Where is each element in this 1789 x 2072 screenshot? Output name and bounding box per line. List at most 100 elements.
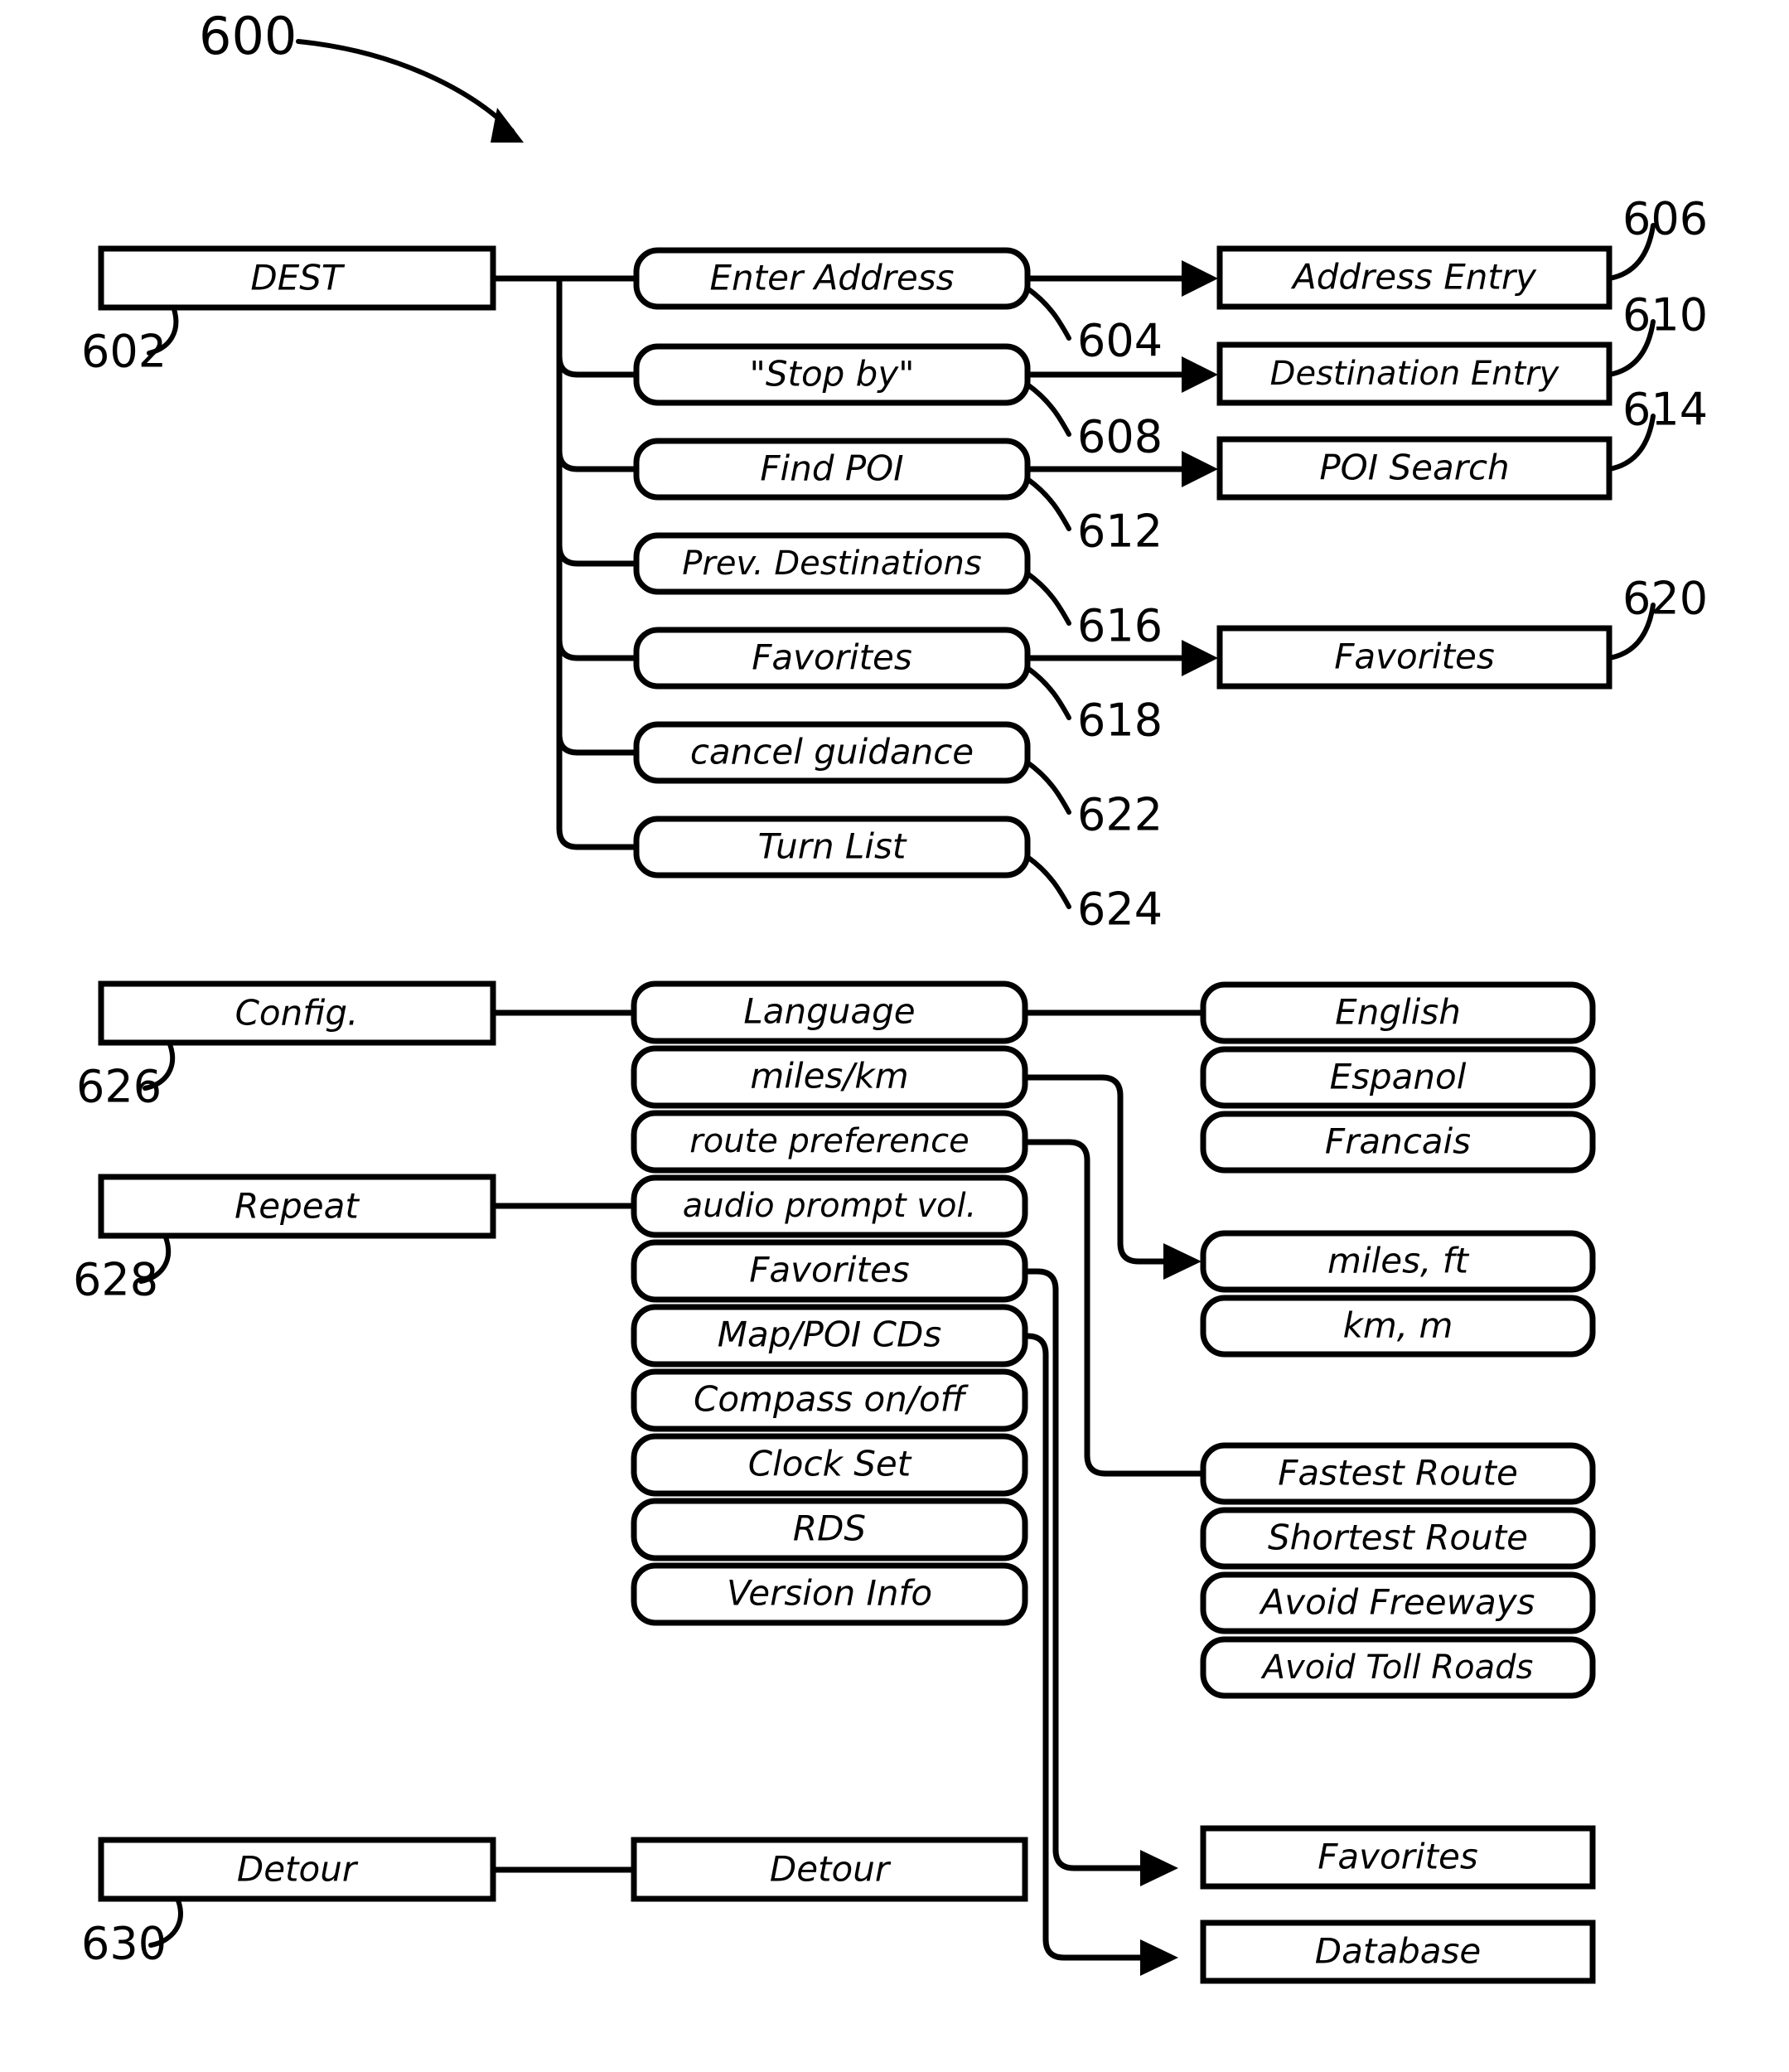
node-favorites-screen-label: Favorites <box>1334 637 1495 677</box>
ref-610-label: 610 <box>1622 289 1708 341</box>
ref-608-label: 608 <box>1077 411 1163 463</box>
node-avoid-freeways[interactable]: Avoid Freeways <box>1200 1571 1596 1634</box>
ref-616-leader <box>1025 571 1071 626</box>
node-prev-destinations-label: Prev. Destinations <box>682 545 981 583</box>
ref-626-label: 626 <box>76 1061 162 1113</box>
node-cancel-guidance[interactable]: cancel guidance <box>633 721 1031 784</box>
node-language-label: Language <box>743 991 915 1032</box>
ref-620-label: 620 <box>1622 573 1708 625</box>
node-poi-search-label: POI Search <box>1319 448 1509 488</box>
branch-wire-stop-by <box>556 356 636 378</box>
node-clock-set[interactable]: Clock Set <box>631 1433 1028 1497</box>
node-rds-label: RDS <box>793 1508 866 1549</box>
ref-616-label: 616 <box>1077 600 1163 652</box>
node-dest-label: DEST <box>250 258 346 298</box>
patent-figure-canvas: 600 DEST 602 Enter Address "Stop by" Fin… <box>0 0 1789 2072</box>
node-english-label: English <box>1335 992 1461 1033</box>
node-poi-search[interactable]: POI Search <box>1216 436 1613 501</box>
ref-622-label: 622 <box>1077 789 1163 841</box>
node-version-info[interactable]: Version Info <box>631 1562 1028 1626</box>
node-prev-destinations[interactable]: Prev. Destinations <box>633 532 1031 595</box>
branch-wire-find-poi <box>556 450 636 472</box>
node-miles-ft-label: miles, ft <box>1327 1241 1469 1281</box>
ref-624-leader <box>1025 854 1071 909</box>
node-bottom-database[interactable]: Database <box>1200 1920 1596 1984</box>
node-compass-on-off[interactable]: Compass on/off <box>631 1368 1028 1432</box>
node-espanol-label: Espanol <box>1330 1057 1467 1097</box>
node-config-favorites-label: Favorites <box>749 1250 910 1290</box>
node-detour-root[interactable]: Detour <box>98 1837 496 1902</box>
ref-618-leader <box>1025 666 1071 720</box>
node-miles-km[interactable]: miles/km <box>631 1045 1028 1109</box>
node-km-m[interactable]: km, m <box>1200 1295 1596 1358</box>
ref-612-leader <box>1025 477 1071 531</box>
ref-630-label: 630 <box>81 1918 167 1970</box>
branch-wire-prev-destinations <box>556 545 636 567</box>
arrowhead-units <box>1163 1243 1202 1280</box>
ref-604-leader <box>1025 286 1071 341</box>
node-language[interactable]: Language <box>631 980 1028 1044</box>
arrowhead-poi-search <box>1182 451 1218 487</box>
node-address-entry[interactable]: Address Entry <box>1216 245 1613 310</box>
node-favorites-menu[interactable]: Favorites <box>633 627 1031 690</box>
node-english[interactable]: English <box>1200 981 1596 1044</box>
node-fastest-route-label: Fastest Route <box>1278 1453 1518 1493</box>
node-avoid-toll-roads[interactable]: Avoid Toll Roads <box>1200 1636 1596 1699</box>
node-detour-menu[interactable]: Detour <box>631 1837 1028 1902</box>
node-address-entry-label: Address Entry <box>1290 257 1537 298</box>
node-francais-label: Francais <box>1325 1121 1471 1162</box>
node-find-poi[interactable]: Find POI <box>633 438 1031 501</box>
route-preference-to-options-wire <box>1025 1139 1203 1477</box>
node-destination-entry-label: Destination Entry <box>1270 355 1560 393</box>
arrowhead-favorites-screen <box>1182 640 1218 676</box>
node-version-info-label: Version Info <box>727 1573 932 1614</box>
node-destination-entry[interactable]: Destination Entry <box>1216 341 1613 406</box>
node-bottom-database-label: Database <box>1315 1931 1481 1972</box>
node-turn-list[interactable]: Turn List <box>633 816 1031 879</box>
node-config[interactable]: Config. <box>98 980 496 1046</box>
node-shortest-route-label: Shortest Route <box>1268 1518 1528 1558</box>
node-avoid-toll-roads-label: Avoid Toll Roads <box>1260 1648 1534 1687</box>
node-enter-address[interactable]: Enter Address <box>633 247 1031 310</box>
node-stop-by[interactable]: "Stop by" <box>633 343 1031 406</box>
node-map-poi-cds[interactable]: Map/POI CDs <box>631 1304 1028 1368</box>
ref-608-leader <box>1025 382 1071 437</box>
branch-wire-favorites <box>556 639 636 661</box>
node-repeat[interactable]: Repeat <box>98 1174 496 1239</box>
miles-km-to-units-wire <box>1025 1074 1168 1265</box>
node-miles-km-label: miles/km <box>750 1056 908 1097</box>
node-dest[interactable]: DEST <box>98 245 496 311</box>
node-shortest-route[interactable]: Shortest Route <box>1200 1507 1596 1570</box>
node-rds[interactable]: RDS <box>631 1498 1028 1561</box>
arrowhead-bottom-favorites <box>1140 1850 1178 1886</box>
arrowhead-destination-entry <box>1182 356 1218 393</box>
node-favorites-screen[interactable]: Favorites <box>1216 625 1613 690</box>
ref-628-label: 628 <box>73 1254 158 1306</box>
node-miles-ft[interactable]: miles, ft <box>1200 1230 1596 1293</box>
node-turn-list-label: Turn List <box>758 826 907 867</box>
node-find-poi-label: Find POI <box>760 448 903 489</box>
ref-624-label: 624 <box>1077 884 1163 936</box>
node-route-preference[interactable]: route preference <box>631 1110 1028 1174</box>
node-enter-address-label: Enter Address <box>709 258 954 298</box>
ref-606-label: 606 <box>1622 193 1708 245</box>
node-espanol[interactable]: Espanol <box>1200 1046 1596 1109</box>
node-config-label: Config. <box>235 993 359 1034</box>
node-detour-root-label: Detour <box>237 1849 359 1890</box>
arrowhead-address-entry <box>1182 260 1218 297</box>
node-francais[interactable]: Francais <box>1200 1111 1596 1174</box>
figure-number-label: 600 <box>199 6 297 66</box>
ref-618-label: 618 <box>1077 695 1163 747</box>
node-bottom-favorites[interactable]: Favorites <box>1200 1825 1596 1890</box>
ref-622-leader <box>1025 760 1071 815</box>
node-fastest-route[interactable]: Fastest Route <box>1200 1442 1596 1505</box>
node-audio-prompt-vol-label: audio prompt vol. <box>683 1187 977 1225</box>
node-audio-prompt-vol[interactable]: audio prompt vol. <box>631 1174 1028 1238</box>
figure-number-leader <box>296 39 515 133</box>
node-config-favorites[interactable]: Favorites <box>631 1239 1028 1303</box>
node-route-preference-label: route preference <box>689 1122 969 1160</box>
node-favorites-menu-label: Favorites <box>752 637 912 678</box>
node-stop-by-label: "Stop by" <box>750 354 915 395</box>
node-compass-on-off-label: Compass on/off <box>694 1379 969 1420</box>
ref-612-label: 612 <box>1077 506 1163 558</box>
